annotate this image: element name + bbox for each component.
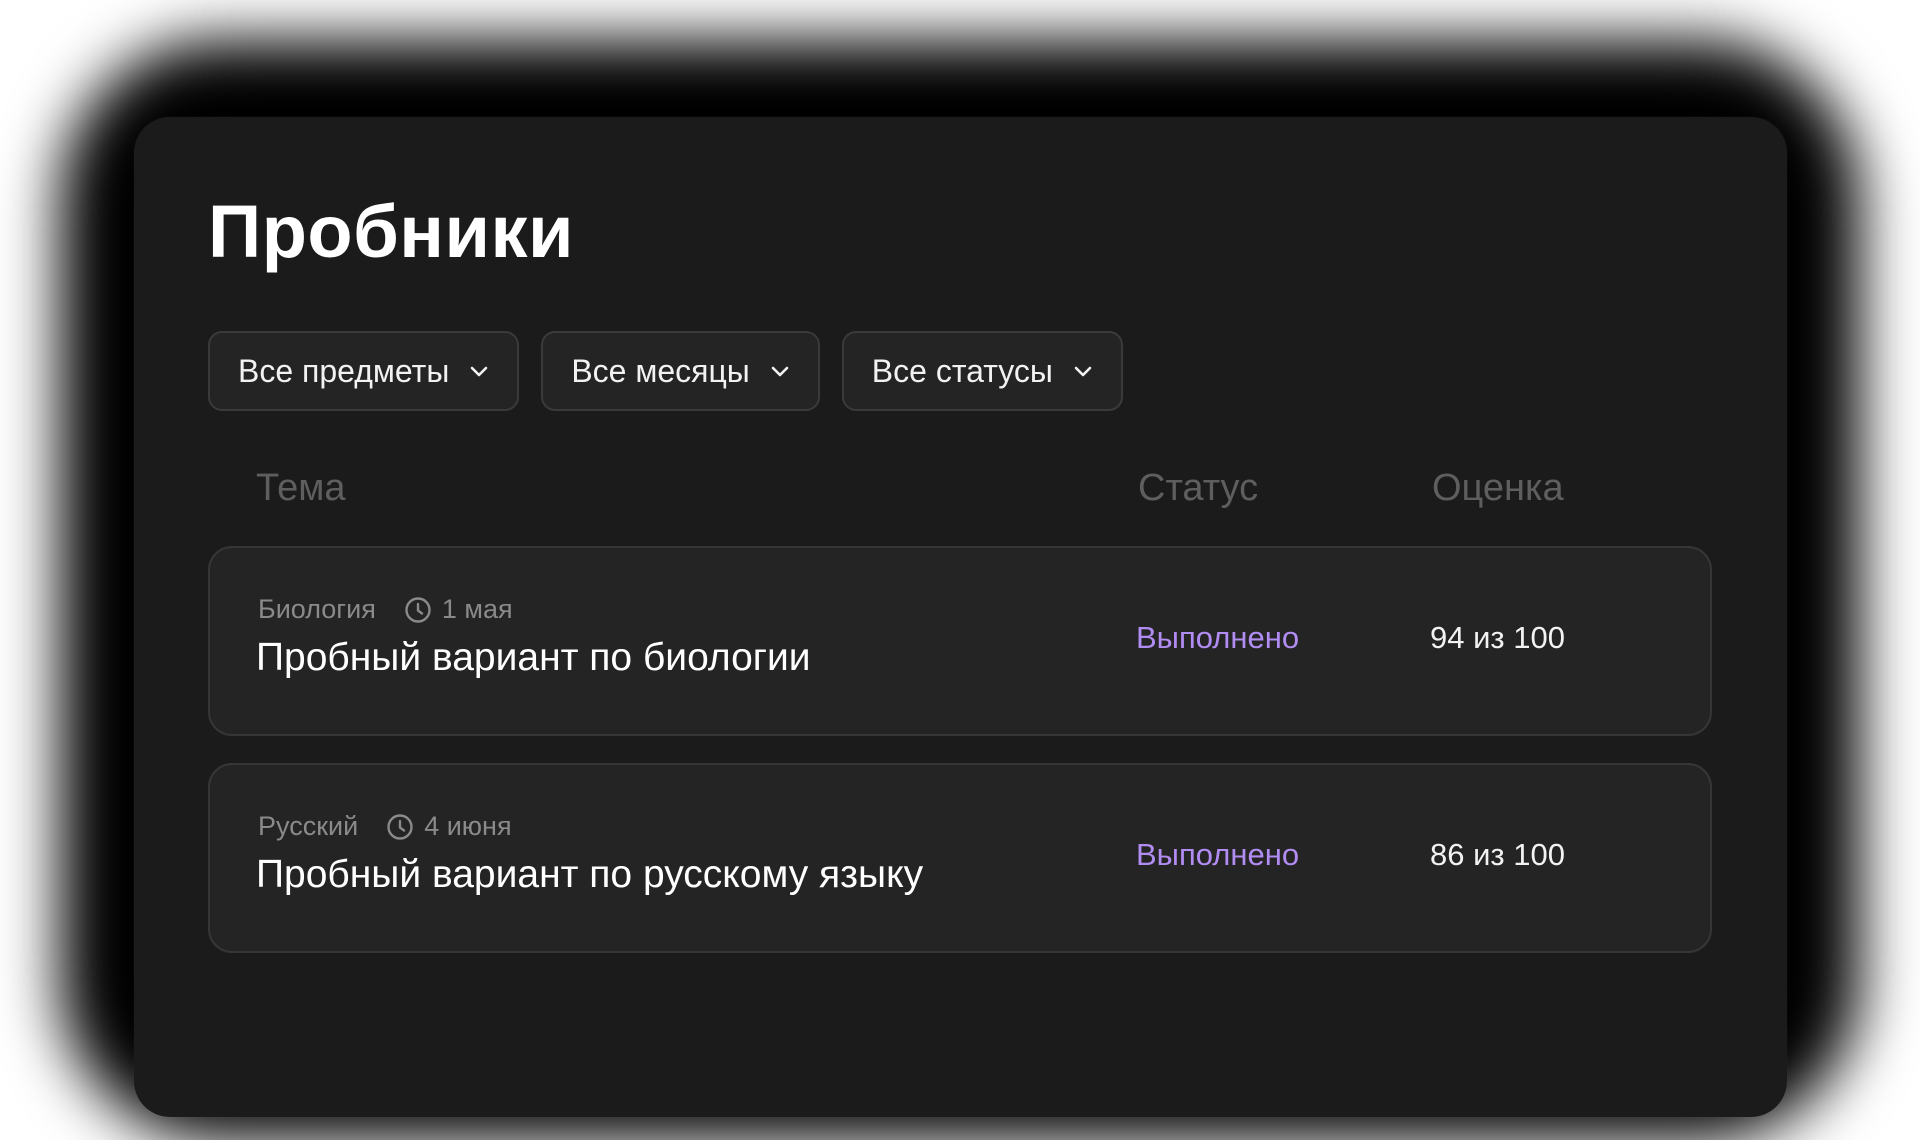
score-value: 86 из 100 (1430, 837, 1565, 872)
column-header-status: Статус (1138, 467, 1259, 509)
status-badge: Выполнено (1136, 620, 1300, 655)
subject-filter-label: Все предметы (238, 352, 450, 389)
score-value: 94 из 100 (1430, 620, 1565, 655)
table-row[interactable]: Русский 4 июня Пробный вариант по русско… (208, 763, 1712, 953)
column-header-score: Оценка (1432, 467, 1564, 509)
chevron-down-icon (467, 359, 491, 383)
row-meta: Русский 4 июня (258, 811, 512, 842)
subject-label: Русский (258, 811, 359, 841)
subject-filter-dropdown[interactable]: Все предметы (208, 331, 520, 411)
row-meta: Биология 1 мая (258, 594, 513, 625)
status-filter-label: Все статусы (871, 352, 1053, 389)
date-label: 1 мая (441, 594, 513, 624)
table-row[interactable]: Биология 1 мая Пробный вариант по биолог… (208, 546, 1712, 736)
chevron-down-icon (768, 359, 792, 383)
exam-title: Пробный вариант по русскому языку (256, 853, 924, 896)
chevron-down-icon (1071, 359, 1095, 383)
date-label: 4 июня (424, 811, 512, 841)
month-filter-dropdown[interactable]: Все месяцы (541, 331, 820, 411)
status-badge: Выполнено (1136, 837, 1300, 872)
status-filter-dropdown[interactable]: Все статусы (841, 331, 1123, 411)
clock-icon (404, 596, 432, 624)
month-filter-label: Все месяцы (571, 352, 750, 389)
page-title: Пробники (208, 190, 575, 273)
exams-panel: Пробники Все предметы Все месяцы Все ста… (134, 117, 1787, 1117)
subject-label: Биология (258, 594, 376, 624)
clock-icon (386, 813, 414, 841)
filter-bar: Все предметы Все месяцы Все статусы (208, 331, 1123, 411)
exam-title: Пробный вариант по биологии (256, 636, 811, 679)
column-header-topic: Тема (256, 467, 346, 509)
